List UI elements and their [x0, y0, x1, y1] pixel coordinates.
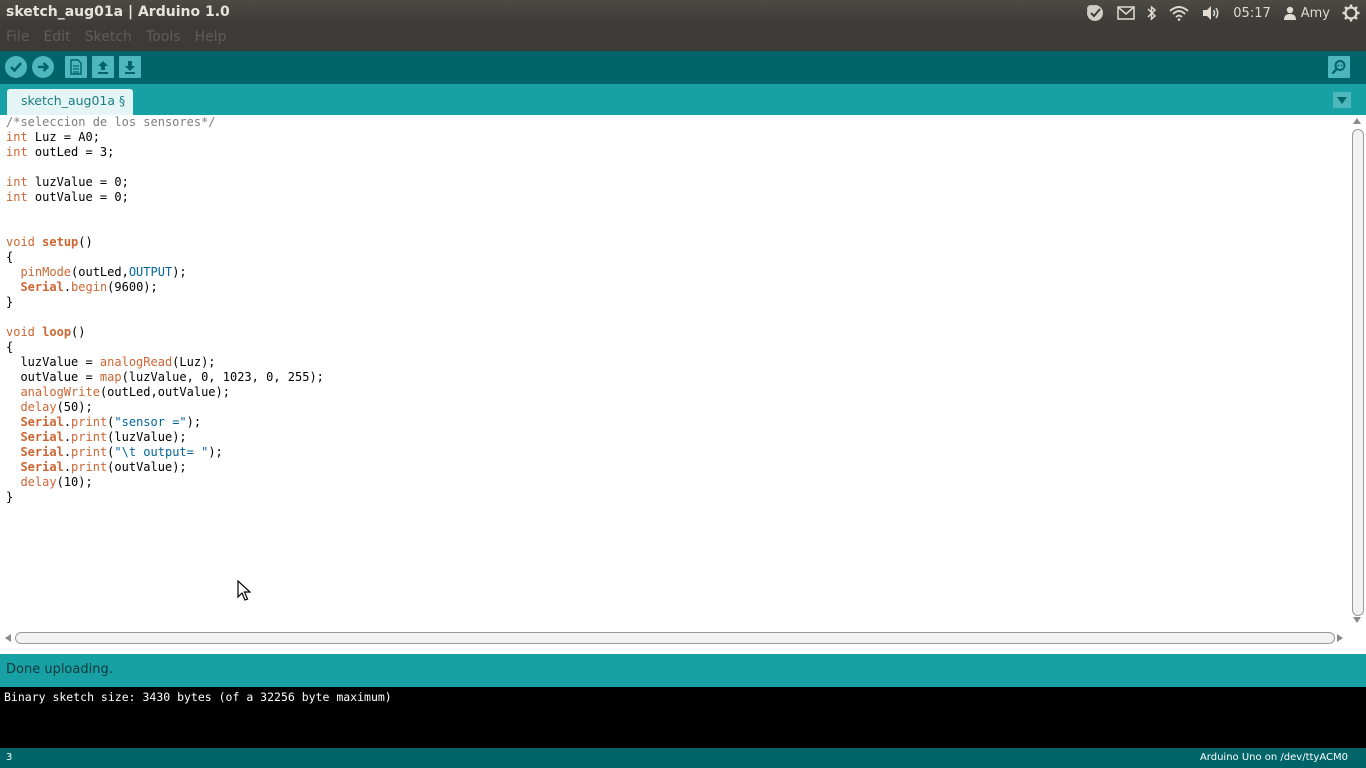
new-icon [70, 59, 82, 75]
title-bar: sketch_aug01a | Arduino 1.0 05:17 Amy [0, 0, 1366, 26]
tab-bar: sketch_aug01a § [0, 84, 1366, 115]
console-text: Binary sketch size: 3430 bytes (of a 322… [4, 690, 392, 704]
code-line[interactable]: int Luz = A0; [6, 130, 324, 145]
system-tray: 05:17 Amy [1085, 0, 1366, 26]
code-line[interactable]: delay(50); [6, 400, 324, 415]
code-line[interactable]: outValue = map(luzValue, 0, 1023, 0, 255… [6, 370, 323, 385]
status-message: Done uploading. [6, 662, 113, 677]
user-icon [1283, 0, 1297, 26]
status-bar: Done uploading. [0, 654, 1366, 686]
tab-menu-button[interactable] [1333, 92, 1351, 108]
menu-sketch[interactable]: Sketch [85, 29, 132, 45]
code-line[interactable]: ​ [6, 310, 324, 325]
check-bubble-icon[interactable] [1085, 0, 1105, 26]
window-title-app: Arduino 1.0 [137, 4, 230, 20]
code-line[interactable]: ​ [6, 220, 324, 235]
code-line[interactable]: Serial.print("\t output= "); [6, 445, 324, 460]
code-line[interactable]: ​ [6, 160, 324, 175]
footer-bar: 3 Arduino Uno on /dev/ttyACM0 [0, 748, 1366, 768]
code-line[interactable]: int outValue = 0; [6, 190, 324, 205]
mouse-cursor-icon [237, 580, 251, 601]
new-button[interactable] [65, 56, 87, 78]
horizontal-scrollbar[interactable] [0, 630, 1350, 646]
wifi-icon[interactable] [1169, 0, 1189, 26]
arduino-toolbar [0, 51, 1366, 84]
board-port: Arduino Uno on /dev/ttyACM0 [1199, 752, 1348, 763]
code-line[interactable]: Serial.print(luzValue); [6, 430, 324, 445]
clock[interactable]: 05:17 [1233, 0, 1270, 26]
code-line[interactable]: } [6, 295, 324, 310]
window-title: sketch_aug01a | Arduino 1.0 [6, 4, 230, 20]
save-icon [125, 61, 135, 74]
save-button[interactable] [119, 56, 141, 78]
vertical-scroll-thumb[interactable] [1352, 129, 1364, 616]
scroll-up-icon[interactable] [1353, 118, 1361, 124]
code-line[interactable]: int outLed = 3; [6, 145, 324, 160]
code-line[interactable]: { [6, 250, 324, 265]
volume-icon[interactable] [1201, 0, 1221, 26]
open-icon [98, 61, 108, 74]
window-title-sketch: sketch_aug01a [6, 4, 124, 20]
upload-button[interactable] [32, 56, 54, 78]
code-line[interactable]: luzValue = analogRead(Luz); [6, 355, 324, 370]
code-line[interactable]: ​ [6, 205, 324, 220]
verify-button[interactable] [5, 56, 27, 78]
user-name[interactable]: Amy [1301, 0, 1330, 26]
console-output[interactable]: Binary sketch size: 3430 bytes (of a 322… [0, 686, 1366, 749]
menu-file[interactable]: File [6, 29, 29, 45]
scroll-right-icon[interactable] [1337, 634, 1343, 642]
vertical-scrollbar[interactable] [1350, 115, 1366, 630]
tab-sketch[interactable]: sketch_aug01a § [7, 89, 134, 115]
code-line[interactable]: delay(10); [6, 475, 324, 490]
bluetooth-icon[interactable] [1147, 0, 1157, 26]
menu-help[interactable]: Help [195, 29, 227, 45]
line-number: 3 [6, 752, 13, 763]
code-line[interactable]: void loop() [6, 325, 324, 340]
serial-monitor-icon [1331, 60, 1346, 75]
open-button[interactable] [92, 56, 114, 78]
code-line[interactable]: void setup() [6, 235, 324, 250]
serial-monitor-button[interactable] [1328, 56, 1350, 78]
menu-bar: File Edit Sketch Tools Help [0, 26, 1366, 51]
upload-icon [38, 62, 50, 72]
code-line[interactable]: pinMode(outLed,OUTPUT); [6, 265, 324, 280]
scroll-down-icon[interactable] [1353, 617, 1361, 623]
menu-edit[interactable]: Edit [44, 29, 71, 45]
code-line[interactable]: int luzValue = 0; [6, 175, 324, 190]
code-line[interactable]: Serial.print(outValue); [6, 460, 324, 475]
window-title-separator: | [123, 4, 138, 20]
code-line[interactable]: analogWrite(outLed,outValue); [6, 385, 324, 400]
chevron-down-icon [1337, 96, 1347, 104]
code-line[interactable]: /*seleccion de los sensores*/ [6, 115, 324, 130]
horizontal-scroll-thumb[interactable] [15, 632, 1335, 644]
power-gear-icon[interactable] [1342, 0, 1360, 26]
code-line[interactable]: { [6, 340, 324, 355]
verify-icon [10, 62, 22, 73]
pane-divider[interactable] [0, 646, 1366, 654]
code-editor[interactable]: /*seleccion de los sensores*/int Luz = A… [0, 115, 1350, 630]
menu-tools[interactable]: Tools [146, 29, 181, 45]
code-line[interactable]: Serial.print("sensor ="); [6, 415, 324, 430]
scroll-left-icon[interactable] [5, 634, 11, 642]
code-text[interactable]: /*seleccion de los sensores*/int Luz = A… [6, 115, 324, 505]
code-line[interactable]: } [6, 490, 324, 505]
code-line[interactable]: Serial.begin(9600); [6, 280, 324, 295]
mail-icon[interactable] [1117, 0, 1136, 26]
